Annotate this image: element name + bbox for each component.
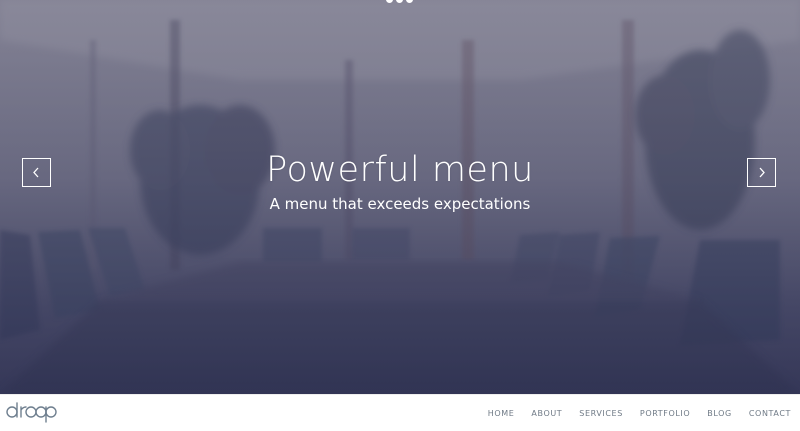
nav-item-services[interactable]: SERVICES bbox=[579, 409, 623, 418]
chevron-right-icon bbox=[759, 167, 765, 178]
nav-item-about[interactable]: ABOUT bbox=[531, 409, 562, 418]
hero-subtitle: A menu that exceeds expectations bbox=[269, 195, 531, 213]
nav-menu: HOME ABOUT SERVICES PORTFOLIO BLOG CONTA… bbox=[471, 395, 791, 431]
nav-item-portfolio[interactable]: PORTFOLIO bbox=[640, 409, 690, 418]
nav-item-contact[interactable]: CONTACT bbox=[749, 409, 791, 418]
nav-item-blog[interactable]: BLOG bbox=[707, 409, 732, 418]
nav-item-home[interactable]: HOME bbox=[488, 409, 515, 418]
brand-logo[interactable] bbox=[6, 398, 58, 424]
slider-dots bbox=[386, 0, 413, 3]
hero-title: Powerful menu bbox=[266, 150, 534, 190]
hero-slider: Powerful menu A menu that exceeds expect… bbox=[0, 0, 800, 394]
slider-dot[interactable] bbox=[396, 0, 403, 3]
main-navbar: HOME ABOUT SERVICES PORTFOLIO BLOG CONTA… bbox=[0, 394, 800, 430]
next-slide-button[interactable] bbox=[747, 158, 776, 187]
slider-dot[interactable] bbox=[406, 0, 413, 3]
slider-dot[interactable] bbox=[386, 0, 393, 3]
